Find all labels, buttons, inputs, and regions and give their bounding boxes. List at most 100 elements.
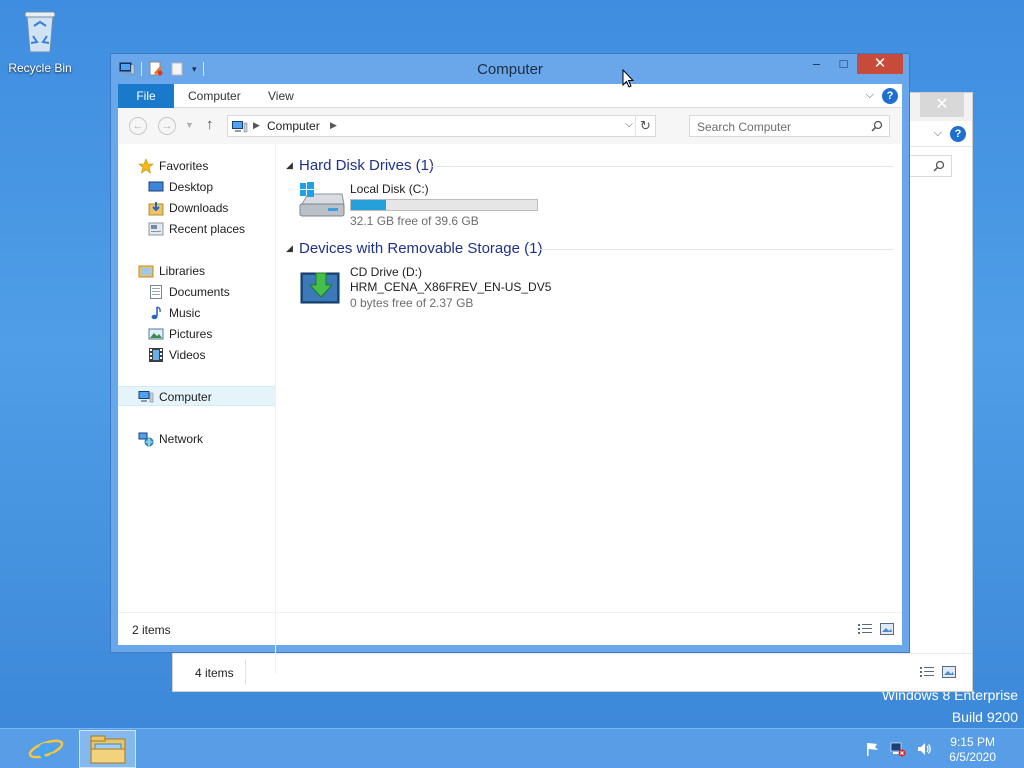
search-placeholder: Search Computer xyxy=(697,120,792,134)
cd-drive-icon xyxy=(300,272,340,304)
sidebar-item-pictures[interactable]: Pictures xyxy=(118,324,275,344)
recent-places-icon xyxy=(148,222,164,236)
forward-button[interactable]: → xyxy=(158,117,176,135)
refresh-button[interactable]: ↻ xyxy=(635,116,655,136)
clock-date: 6/5/2020 xyxy=(949,750,996,764)
sidebar-item-label: Videos xyxy=(169,348,206,362)
breadcrumb-separator-icon[interactable]: ▶ xyxy=(253,120,260,131)
up-button[interactable]: ↑ xyxy=(206,116,214,133)
taskbar-clock[interactable]: 9:15 PM 6/5/2020 xyxy=(949,735,996,765)
close-button[interactable]: ✕ xyxy=(857,54,903,74)
group-divider xyxy=(432,166,894,167)
drive-volume-label: HRM_CENA_X86FREV_EN-US_DV5 xyxy=(350,280,552,294)
sidebar-item-label: Desktop xyxy=(169,180,214,194)
sidebar-item-downloads[interactable]: Downloads xyxy=(118,198,275,218)
star-icon xyxy=(138,158,154,174)
taskbar-file-explorer[interactable] xyxy=(79,730,136,768)
sidebar-item-recent-places[interactable]: Recent places xyxy=(118,219,275,239)
navigation-pane: Favorites Desktop Downloads Recent place… xyxy=(118,144,276,674)
back-button[interactable]: ← xyxy=(129,117,147,135)
content-area: Favorites Desktop Downloads Recent place… xyxy=(118,144,902,674)
tab-view[interactable]: View xyxy=(268,84,294,108)
desktop-icon xyxy=(148,181,164,192)
sidebar-item-computer[interactable]: Computer xyxy=(118,386,275,406)
tab-file[interactable]: File xyxy=(118,84,174,108)
system-tray xyxy=(864,741,932,757)
minimize-icon: – xyxy=(812,56,821,71)
drive-capacity-bar xyxy=(350,199,538,211)
drive-free-space: 32.1 GB free of 39.6 GB xyxy=(350,214,479,228)
sidebar-item-documents[interactable]: Documents xyxy=(118,282,275,302)
group-header-removable-storage[interactable]: ◢ Devices with Removable Storage (1) xyxy=(286,239,894,259)
minimize-button[interactable]: – xyxy=(803,54,830,74)
address-bar[interactable]: ▶ Computer ▶ ⌵ ↻ xyxy=(227,115,656,137)
arrow-left-icon: ← xyxy=(132,120,144,132)
hard-drive-icon xyxy=(299,182,345,217)
documents-icon xyxy=(150,285,162,299)
sidebar-item-label: Recent places xyxy=(169,222,246,236)
close-icon: ✕ xyxy=(873,55,887,72)
view-toggle-group xyxy=(858,623,894,635)
drive-free-space: 0 bytes free of 2.37 GB xyxy=(350,296,474,310)
refresh-icon: ↻ xyxy=(640,118,651,133)
window-title: Computer xyxy=(477,61,543,78)
drive-cd-d[interactable]: CD Drive (D:) HRM_CENA_X86FREV_EN-US_DV5… xyxy=(298,265,578,315)
action-center-flag-icon[interactable] xyxy=(864,741,880,757)
sidebar-item-videos[interactable]: Videos xyxy=(118,345,275,365)
recent-locations-icon[interactable]: ▼ xyxy=(185,120,194,130)
expand-ribbon-icon[interactable]: ⌵ xyxy=(866,89,874,102)
ribbon-tabs: File Computer View ⌵ ? xyxy=(118,84,902,108)
background-close-button[interactable]: ✕ xyxy=(920,93,964,117)
breadcrumb-separator-icon[interactable]: ▶ xyxy=(330,120,337,131)
mouse-cursor-icon xyxy=(622,69,634,88)
computer-icon xyxy=(138,391,154,403)
status-bar: 2 items xyxy=(118,612,902,645)
details-view-icon[interactable] xyxy=(920,666,934,678)
arrow-right-icon: → xyxy=(161,120,173,132)
item-count: 2 items xyxy=(132,623,171,637)
sidebar-item-network[interactable]: Network xyxy=(118,429,275,449)
view-toggle-group xyxy=(920,666,956,678)
help-icon[interactable]: ? xyxy=(882,88,898,104)
drive-local-disk-c[interactable]: Local Disk (C:) 32.1 GB free of 39.6 GB xyxy=(298,182,578,232)
svg-text:e: e xyxy=(37,732,55,765)
tab-computer[interactable]: Computer xyxy=(188,84,241,108)
search-box[interactable]: Search Computer xyxy=(689,115,890,137)
explorer-window[interactable]: ▾ Computer – □ ✕ File Computer View ⌵ ? … xyxy=(110,53,910,674)
recycle-bin-icon xyxy=(24,11,56,53)
group-title: Hard Disk Drives (1) xyxy=(299,157,435,174)
videos-icon xyxy=(149,348,163,362)
downloads-icon xyxy=(148,202,164,216)
search-icon xyxy=(933,160,945,172)
group-header-hard-disk-drives[interactable]: ◢ Hard Disk Drives (1) xyxy=(286,156,894,176)
details-view-icon[interactable] xyxy=(858,623,872,635)
libraries-icon xyxy=(138,265,154,278)
close-icon: ✕ xyxy=(935,96,949,113)
sidebar-item-libraries[interactable]: Libraries xyxy=(118,261,275,281)
chevron-down-icon[interactable]: ⌵ xyxy=(934,127,942,140)
sidebar-item-label: Network xyxy=(159,432,204,446)
internet-explorer-icon: e xyxy=(28,732,64,765)
breadcrumb-computer[interactable]: Computer xyxy=(267,119,320,133)
address-dropdown-icon[interactable]: ⌵ xyxy=(625,119,633,130)
volume-icon[interactable] xyxy=(916,741,932,757)
recycle-bin-label: Recycle Bin xyxy=(8,61,72,75)
sidebar-item-favorites[interactable]: Favorites xyxy=(118,156,275,176)
large-icons-view-icon[interactable] xyxy=(880,623,894,635)
recycle-bin-shortcut[interactable]: Recycle Bin xyxy=(4,6,76,75)
help-icon[interactable]: ? xyxy=(950,126,966,142)
pictures-icon xyxy=(148,328,164,340)
title-bar[interactable]: ▾ Computer – □ ✕ xyxy=(111,54,909,84)
taskbar-internet-explorer[interactable]: e xyxy=(26,731,66,767)
collapse-caret-icon[interactable]: ◢ xyxy=(286,243,293,254)
maximize-icon: □ xyxy=(839,56,848,71)
network-disconnected-icon[interactable] xyxy=(890,741,906,757)
group-title: Devices with Removable Storage (1) xyxy=(299,240,543,257)
group-divider xyxy=(538,249,894,250)
collapse-caret-icon[interactable]: ◢ xyxy=(286,160,293,171)
large-icons-view-icon[interactable] xyxy=(942,666,956,678)
sidebar-item-desktop[interactable]: Desktop xyxy=(118,177,275,197)
maximize-button[interactable]: □ xyxy=(830,54,857,74)
navigation-bar: ← → ▼ ↑ ▶ Computer ▶ ⌵ ↻ Search Computer xyxy=(118,108,902,144)
sidebar-item-music[interactable]: Music xyxy=(118,303,275,323)
